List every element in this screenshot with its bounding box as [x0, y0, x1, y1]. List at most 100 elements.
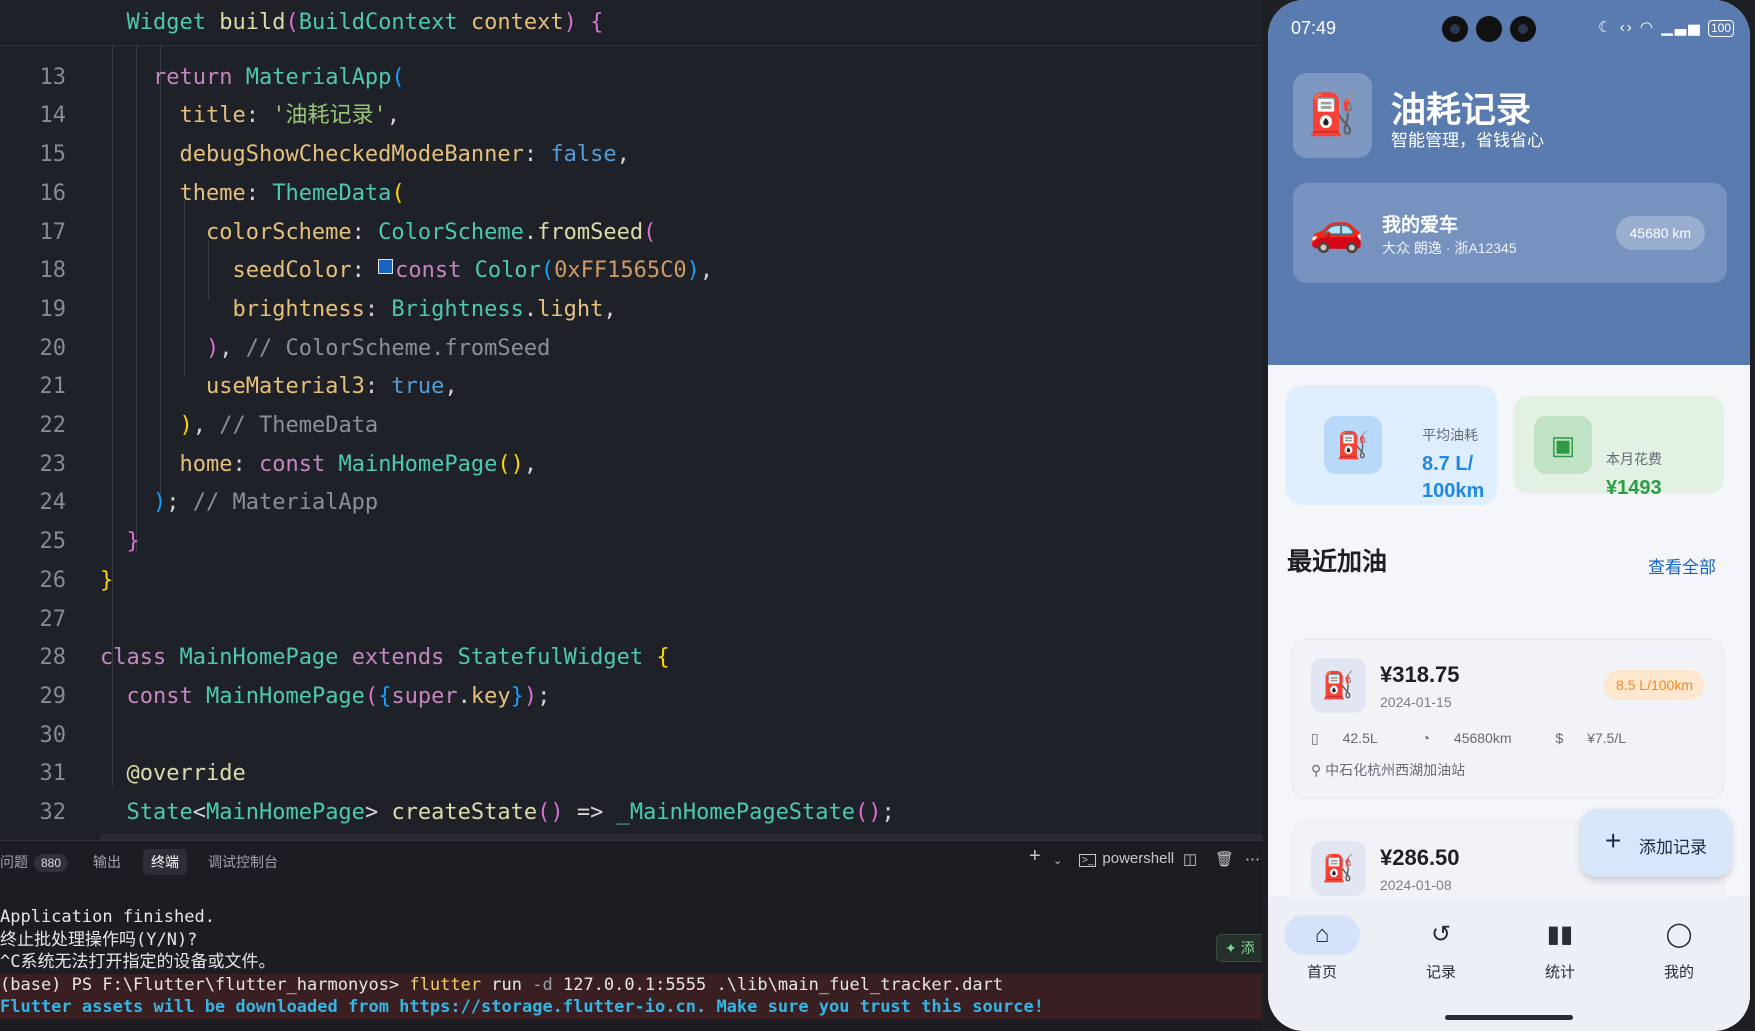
code-text: }	[100, 567, 114, 593]
code-line: 13 return MaterialApp(	[0, 58, 1262, 97]
code-line: 28 class MainHomePage extends StatefulWid…	[0, 638, 1262, 677]
moon-icon: ☾	[1598, 19, 1614, 36]
code-text: Widget build(BuildContext context) {	[126, 10, 604, 35]
line-number: 21	[39, 374, 67, 400]
nav-label: 我的	[1663, 964, 1694, 981]
phone-emulator: 07:49 ☾ ‹› ◠ ▁▃▅ 100 ⛽ 油耗记录 智能管理，省钱省心 🚗 …	[1262, 0, 1755, 1031]
battery-icon: 100	[1707, 20, 1734, 37]
history-icon: ↺	[1430, 921, 1452, 948]
camera-icon	[1510, 16, 1536, 42]
monthly-cost-value: ¥1493	[1606, 477, 1662, 499]
line-number: 30	[39, 722, 67, 748]
app-subtitle: 智能管理，省钱省心	[1391, 131, 1544, 150]
code-line: 32 State<MainHomePage> createState() => …	[0, 793, 1262, 832]
record-meta: ▯ 42.5L ◔ 45680km $ ¥7.5/L	[1311, 730, 1666, 747]
tab-terminal[interactable]: 终端	[143, 849, 187, 875]
avg-consumption-card[interactable]: ⛽ 平均油耗 8.7 L/ 100km	[1286, 385, 1497, 505]
line-number: 14	[39, 103, 67, 129]
split-terminal-icon[interactable]: ◫	[1183, 850, 1197, 868]
code-text: title: '油耗记录',	[179, 103, 400, 129]
code-line: 26}	[0, 561, 1262, 600]
nav-label: 首页	[1306, 964, 1337, 981]
code-text: useMaterial3: true,	[205, 374, 458, 400]
code-text: seedColor: const Color(0xFF1565C0),	[232, 258, 714, 284]
car-subtitle: 大众 朗逸 · 浙A12345	[1382, 240, 1517, 256]
add-record-button[interactable]: + 添加记录	[1581, 809, 1731, 877]
code-text: brightness: Brightness.light,	[232, 296, 617, 322]
line-number: 28	[39, 645, 67, 671]
car-card[interactable]: 🚗 我的爱车 大众 朗逸 · 浙A12345 45680 km	[1293, 183, 1727, 283]
record-amount: ¥318.75	[1380, 662, 1460, 687]
view-all-link[interactable]: 查看全部	[1648, 553, 1716, 578]
code-line: 27	[0, 600, 1262, 639]
line-number: 18	[39, 258, 67, 284]
add-record-label: 添加记录	[1639, 838, 1707, 857]
tab-output[interactable]: 输出	[93, 849, 121, 875]
code-line: 19 brightness: Brightness.light,	[0, 290, 1262, 329]
line-number: 27	[39, 606, 67, 632]
code-text: theme: ThemeData(	[179, 180, 405, 206]
code-line: 24 ); // MaterialApp	[0, 483, 1262, 522]
more-icon[interactable]: ⋯	[1245, 850, 1260, 868]
terminal-line: Application finished.	[0, 907, 215, 927]
line-number: 19	[39, 296, 67, 322]
nav-item-profile[interactable]: ◯ 我的	[1639, 915, 1719, 982]
monthly-cost-card[interactable]: ▣ 本月花费 ¥1493	[1513, 396, 1724, 499]
fuel-pump-icon: ⛽	[1324, 416, 1382, 474]
line-number: 22	[39, 413, 67, 438]
monthly-cost-label: 本月花费	[1606, 451, 1662, 467]
home-indicator	[1445, 1015, 1573, 1020]
code-line: 20 ), // ColorScheme.fromSeed	[0, 329, 1262, 368]
nav-item-home[interactable]: ⌂ 首页	[1282, 915, 1362, 982]
bottom-panel: 问题 880 输出 终端 调试控制台 + ⌄ >_ powershell ◫ 🗑 ⋯…	[0, 840, 1276, 1031]
terminal-line: ^C系统无法打开指定的设备或文件。	[0, 952, 276, 972]
fuel-pump-logo-icon: ⛽	[1293, 73, 1372, 158]
line-number: 13	[39, 64, 67, 90]
nav-item-stats[interactable]: ▮▮ 统计	[1520, 915, 1600, 982]
code-text: colorScheme: ColorScheme.fromSeed(	[205, 219, 657, 245]
terminal-arg: run	[481, 974, 533, 995]
code-editor[interactable]: Widget build(BuildContext context) { 13 r…	[0, 0, 1262, 840]
status-icons: ☾ ‹› ◠ ▁▃▅ 100	[1598, 18, 1734, 37]
code-line: Widget build(BuildContext context) {	[0, 3, 1262, 42]
code-text: const MainHomePage({super.key});	[126, 683, 551, 709]
nav-item-records[interactable]: ↺ 记录	[1401, 915, 1481, 982]
terminal-flag: -d	[532, 974, 553, 995]
terminal-command-line: (base) PS F:\Flutter\flutter_harmonyos> …	[0, 973, 1262, 996]
code-text: ); // MaterialApp	[152, 490, 379, 516]
trash-icon[interactable]: 🗑	[1215, 850, 1234, 868]
bar-chart-icon: ▮▮	[1546, 921, 1574, 948]
record-price-value: ¥7.5/L	[1587, 730, 1627, 746]
line-number: 32	[39, 800, 67, 825]
wifi-icon: ◠	[1639, 19, 1656, 36]
line-number: 24	[39, 490, 67, 516]
terminal-cmd: flutter	[409, 974, 482, 995]
plus-icon[interactable]: +	[1029, 845, 1041, 868]
tab-debug-console[interactable]: 调试控制台	[208, 849, 278, 875]
speedometer-icon: ◔	[1421, 730, 1431, 746]
nav-label: 记录	[1425, 964, 1456, 981]
phone-screen: 07:49 ☾ ‹› ◠ ▁▃▅ 100 ⛽ 油耗记录 智能管理，省钱省心 🚗 …	[1268, 0, 1750, 1031]
header-hero: 07:49 ☾ ‹› ◠ ▁▃▅ 100 ⛽ 油耗记录 智能管理，省钱省心 🚗 …	[1268, 0, 1750, 365]
shell-selector[interactable]: >_ powershell	[1079, 850, 1174, 867]
status-time: 07:49	[1291, 18, 1337, 38]
terminal-args: 127.0.0.1:5555 .\lib\main_fuel_tracker.d…	[552, 974, 1004, 995]
ai-chip-label: 添	[1240, 940, 1255, 956]
code-line: 18 seedColor: const Color(0xFF1565C0),	[0, 251, 1262, 290]
code-line: 16 theme: ThemeData(	[0, 174, 1262, 213]
tab-problems[interactable]: 问题 880	[0, 849, 69, 875]
avg-consumption-value: 8.7 L/ 100km	[1422, 453, 1485, 502]
chevron-down-icon[interactable]: ⌄	[1053, 854, 1062, 867]
code-text: ), // ThemeData	[179, 413, 379, 438]
refuel-record-card[interactable]: ⛽ ¥318.75 2024-01-15 8.5 L/100km ▯ 42.5L…	[1292, 639, 1724, 799]
avg-consumption-label: 平均油耗	[1422, 427, 1478, 443]
terminal-output[interactable]: Application finished. 终止批处理操作吗(Y/N)? ^C系…	[0, 906, 1262, 1019]
line-number: 15	[39, 142, 67, 168]
record-liters-value: 42.5L	[1342, 730, 1378, 746]
main-content[interactable]: ⛽ 平均油耗 8.7 L/ 100km ▣ 本月花费 ¥1493 最近加油 查看…	[1268, 365, 1750, 942]
terminal-prompt: (base) PS F:\Flutter\flutter_harmonyos>	[0, 974, 410, 995]
record-odometer-value: 45680km	[1453, 730, 1512, 746]
code-text: @override	[126, 761, 246, 787]
code-text: home: const MainHomePage(),	[179, 451, 538, 477]
status-bar: 07:49 ☾ ‹› ◠ ▁▃▅ 100	[1268, 0, 1750, 58]
